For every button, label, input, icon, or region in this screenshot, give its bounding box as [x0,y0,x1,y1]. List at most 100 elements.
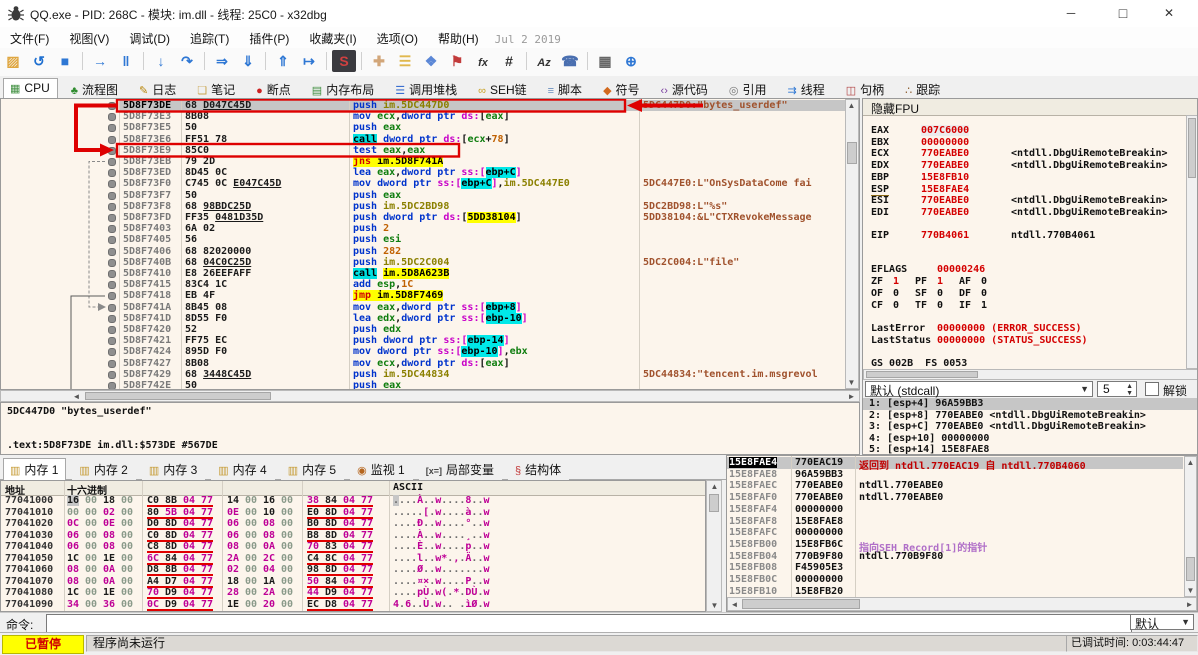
disasm-row[interactable]: 5D8F7406 68 82020000 push 282 [1,246,859,257]
dump-byte[interactable]: 08 [263,530,275,541]
disasm-row[interactable]: 5D8F73E5 50 push eax [1,122,859,133]
dump-byte[interactable]: 00 [121,587,133,598]
disasm-row[interactable]: 5D8F73F0 C745 0C E047C45D mov dword ptr ss… [1,178,859,190]
tab-日志[interactable]: ✎ 日志 [131,78,185,99]
dump-row[interactable]: 77041060 08 00 0A 00 D8 8B 04 77 02 00 04 00 98 8D 04 77… [1,564,705,576]
run-to-user-code-icon[interactable]: ↦ [297,50,321,72]
dump-byte[interactable]: 1C [67,587,79,598]
menu-item[interactable]: 插件(P) [239,27,299,50]
tab-监视 1[interactable]: ◉ 监视 1 [350,458,413,481]
dump-byte[interactable]: 0C [67,518,79,529]
dump-row[interactable]: 77041010 00 00 02 00 80 5B 04 77 0E 00 10 00 E0 8D 04 77… [1,507,705,519]
tab-内存布局[interactable]: ▤ 内存布局 [304,78,383,99]
dump-byte[interactable]: 00 [245,518,257,529]
dump-byte[interactable]: 08 [103,530,115,541]
stack-vscrollbar[interactable]: ▲ ▼ [1184,456,1197,597]
disasm-row[interactable]: 5D8F73EB 79 2D jns im.5D8F741A [1,156,859,167]
menu-item[interactable]: 选项(O) [367,27,428,50]
dump-byte[interactable]: 00 [121,518,133,529]
dump-row[interactable]: 77041020 0C 00 0E 00 D0 8D 04 77 06 00 08 00 B0 8D 04 77… [1,518,705,530]
scroll-up-arrow[interactable]: ▲ [709,481,720,492]
disasm-row[interactable]: 5D8F73E9 85C0 test eax,eax [1,145,859,156]
command-profile-select[interactable]: 默认 ▼ [1130,614,1194,631]
dump-byte[interactable]: 2A [227,553,239,564]
dump-byte[interactable]: 1E [227,599,239,610]
stack-row[interactable]: 15E8FAF4 00000000 [727,504,1183,516]
disasm-row[interactable]: 5D8F73F7 50 push eax [1,190,859,201]
menu-item[interactable]: 文件(F) [0,27,59,50]
disasm-row[interactable]: 5D8F7415 83C4 1C add esp,1C [1,279,859,290]
tab-内存 1[interactable]: ▥ 内存 1 [3,458,67,481]
dump-byte[interactable]: 00 [245,507,257,518]
dump-byte[interactable]: 00 [281,530,293,541]
dump-byte[interactable]: 00 [85,599,97,610]
run-to-cursor-icon[interactable]: ⇒ [210,50,234,72]
maximize-button[interactable]: □ [1100,0,1146,27]
unlock-checkbox[interactable] [1145,382,1159,396]
tab-脚本[interactable]: ≡ 脚本 [540,78,591,99]
scroll-down-arrow[interactable]: ▼ [709,600,720,611]
disasm-vscrollbar[interactable]: ▲ ▼ [845,99,859,389]
dump-byte[interactable]: 08 [227,541,239,552]
dump-row[interactable]: 77041000 16 00 18 00 C0 8B 04 77 14 00 16 00 38 84 04 77… [1,495,705,507]
dump-byte[interactable]: 02 [227,564,239,575]
dump-row[interactable]: 77041070 08 00 0A 00 A4 D7 04 77 18 00 1A 00 50 84 04 77… [1,576,705,588]
text-az-icon[interactable]: Az [532,52,556,74]
dump-byte[interactable]: 00 [281,507,293,518]
pause-icon[interactable]: ‖ [114,50,138,72]
dump-byte[interactable]: 04 [263,564,275,575]
arg-row[interactable]: 4: [esp+10] 00000000 [863,433,1197,445]
scroll-up-arrow[interactable]: ▲ [1185,457,1196,468]
disasm-row[interactable]: 5D8F7405 56 push esi [1,234,859,245]
dump-byte[interactable]: 00 [281,587,293,598]
dump-byte[interactable]: 00 [121,564,133,575]
dump-byte[interactable]: 00 [245,495,257,506]
spinner-arrows-icon[interactable]: ▲ ▼ [1126,382,1136,397]
registers-vscrollbar[interactable] [1186,115,1197,369]
tab-笔记[interactable]: ❏ 笔记 [190,78,244,99]
calculator-icon[interactable]: ▦ [593,50,617,72]
run-icon[interactable]: → [88,50,112,72]
dump-byte[interactable]: 00 [245,553,257,564]
dump-byte[interactable]: 00 [85,495,97,506]
scroll-down-arrow[interactable]: ▼ [846,377,857,388]
comment-icon[interactable]: ☰ [393,50,417,72]
dump-byte[interactable]: 1E [103,587,115,598]
patch-file-icon[interactable]: ✚ [367,50,391,72]
disasm-row[interactable]: 5D8F7427 8B08 mov ecx,dword ptr ds:[eax] [1,358,859,369]
dump-byte[interactable]: 00 [85,518,97,529]
stack-row[interactable]: 15E8FB0C 00000000 [727,574,1183,586]
stack-row[interactable]: 15E8FB08 F45905E3 [727,562,1183,574]
tab-局部变量[interactable]: [x=] 局部变量 [418,458,503,481]
dump-byte[interactable]: 00 [121,576,133,587]
disasm-row[interactable]: 5D8F741A 8B45 08 mov eax,dword ptr ss:[ebp… [1,301,859,313]
disasm-row[interactable]: 5D8F73E6 FF51 78 call dword ptr ds:[ecx+78… [1,133,859,145]
minimize-button[interactable]: ─ [1048,0,1094,27]
dump-byte[interactable]: 06 [67,530,79,541]
function-icon[interactable]: fx [471,52,495,74]
phone-icon[interactable]: ☎ [558,50,582,72]
calling-convention-select[interactable]: 默认 (stdcall) ▼ [865,381,1093,398]
dump-byte[interactable]: 00 [281,541,293,552]
dump-byte[interactable]: 00 [85,564,97,575]
dump-byte[interactable]: 00 [245,576,257,587]
dump-byte[interactable]: 00 [245,564,257,575]
dump-byte[interactable]: 00 [281,576,293,587]
step-out-icon[interactable]: ⇓ [236,50,260,72]
arg-row[interactable]: 2: [esp+8] 770EABE0 <ntdll.DbgUiRemoteBr… [863,410,1197,422]
dump-byte[interactable]: 00 [85,530,97,541]
stack-row[interactable]: 15E8FB10 15E8FB20 [727,586,1183,598]
dump-row[interactable]: 77041090 34 00 36 00 0C D9 04 77 1E 00 20 00 EC D8 04 77… [1,599,705,611]
stack-row[interactable]: 15E8FAFC 00000000 [727,527,1183,539]
registers-hscrollbar[interactable] [863,369,1197,380]
step-over-icon[interactable]: ↷ [175,50,199,72]
menu-item[interactable]: 收藏夹(I) [299,27,366,50]
dump-byte[interactable]: 2A [263,587,275,598]
disasm-row[interactable]: 5D8F742E 50 push eax [1,380,859,389]
dump-byte[interactable]: 36 [103,599,115,610]
open-file-icon[interactable]: ▨ [1,50,25,72]
tab-内存 5[interactable]: ▥ 内存 5 [280,458,345,481]
dump-byte[interactable]: 00 [245,530,257,541]
disasm-row[interactable]: 5D8F741D 8D55 F0 lea edx,dword ptr ss:[ebp… [1,312,859,324]
stack-row[interactable]: 15E8FAEC 770EABE0 ntdll.770EABE0 [727,480,1183,492]
